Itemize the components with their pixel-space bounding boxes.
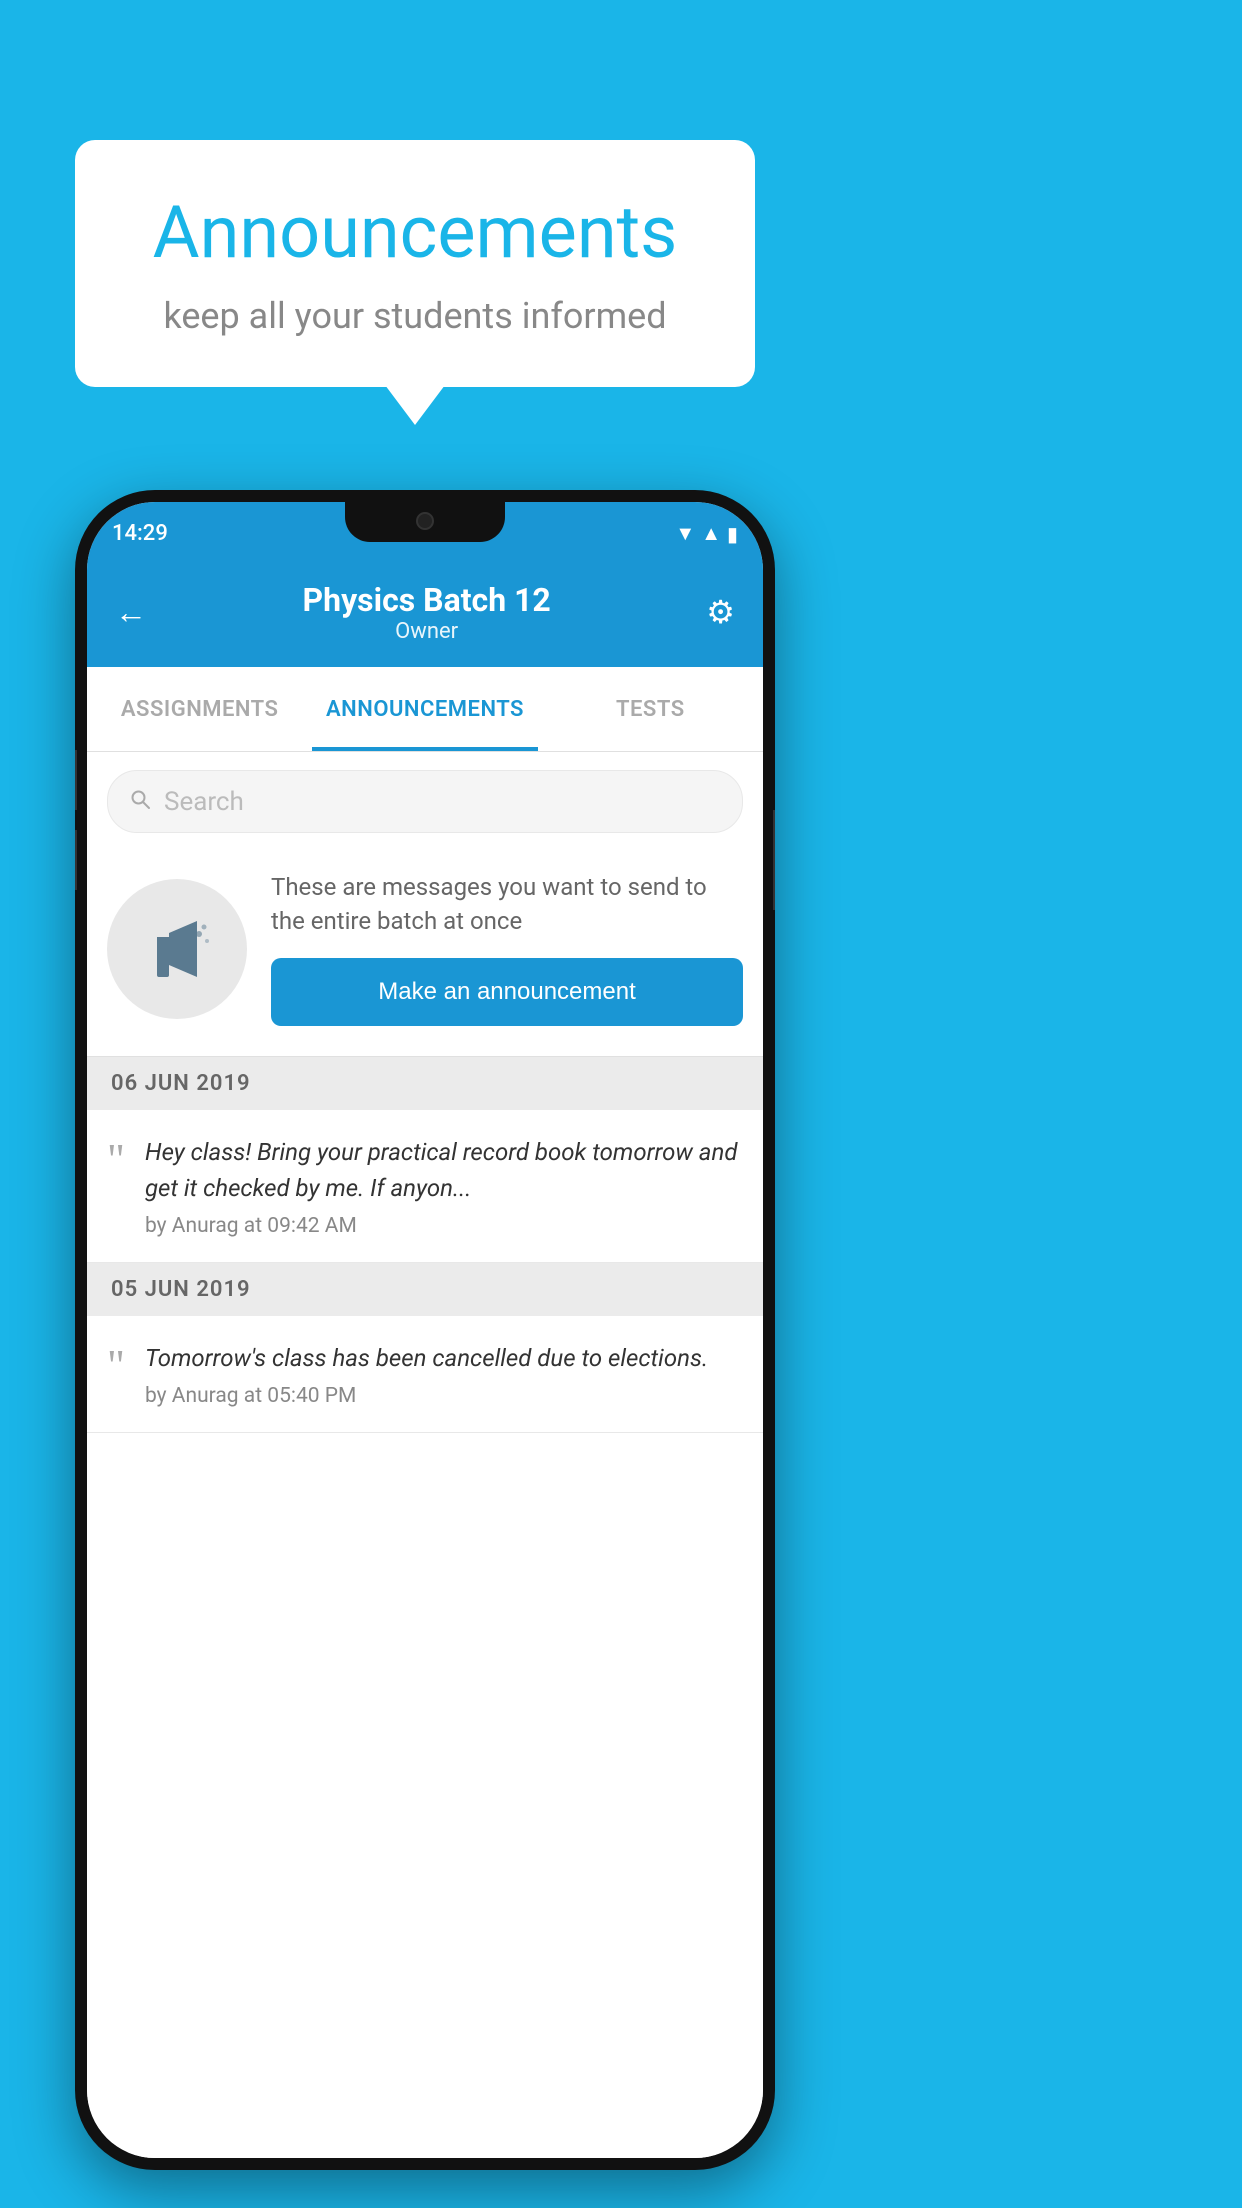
power-button[interactable] <box>773 810 775 910</box>
announcement-meta-2: by Anurag at 05:40 PM <box>145 1384 743 1408</box>
announcement-message-1: Hey class! Bring your practical record b… <box>145 1134 743 1206</box>
quote-icon-2: " <box>107 1344 125 1388</box>
phone-notch <box>345 502 505 542</box>
promo-icon-circle <box>107 879 247 1019</box>
app-header: ← Physics Batch 12 Owner ⚙ <box>87 557 763 667</box>
status-time: 14:29 <box>112 513 168 546</box>
search-icon <box>128 785 152 818</box>
announcement-meta-1: by Anurag at 09:42 AM <box>145 1214 743 1238</box>
promo-description: These are messages you want to send to t… <box>271 871 743 938</box>
status-icons: ▼ ▲ ▮ <box>675 513 738 546</box>
screen-content: Search These are messages you <box>87 752 763 2158</box>
announcement-item-1[interactable]: " Hey class! Bring your practical record… <box>87 1110 763 1263</box>
quote-icon: " <box>107 1138 125 1182</box>
announcement-text-2: Tomorrow's class has been cancelled due … <box>145 1340 743 1408</box>
header-center: Physics Batch 12 Owner <box>303 581 551 644</box>
phone-frame: 14:29 ▼ ▲ ▮ ← Physics Batch 12 Owner ⚙ A… <box>75 490 775 2170</box>
speech-bubble-container: Announcements keep all your students inf… <box>75 140 755 387</box>
announcement-item-2[interactable]: " Tomorrow's class has been cancelled du… <box>87 1316 763 1433</box>
tab-announcements[interactable]: ANNOUNCEMENTS <box>312 667 537 751</box>
speech-bubble: Announcements keep all your students inf… <box>75 140 755 387</box>
promo-text: These are messages you want to send to t… <box>271 871 743 1026</box>
announcement-text-1: Hey class! Bring your practical record b… <box>145 1134 743 1238</box>
tab-bar: ASSIGNMENTS ANNOUNCEMENTS TESTS <box>87 667 763 752</box>
speech-bubble-title: Announcements <box>135 190 695 275</box>
tab-tests[interactable]: TESTS <box>538 667 763 751</box>
signal-icon: ▲ <box>701 521 721 546</box>
announcement-promo: These are messages you want to send to t… <box>87 851 763 1057</box>
search-placeholder: Search <box>164 787 244 817</box>
back-button[interactable]: ← <box>115 593 147 631</box>
front-camera <box>416 512 434 530</box>
wifi-icon: ▼ <box>675 521 695 546</box>
volume-down-button[interactable] <box>75 830 77 890</box>
date-separator-1: 06 JUN 2019 <box>87 1057 763 1110</box>
announcement-message-2: Tomorrow's class has been cancelled due … <box>145 1340 743 1376</box>
volume-up-button[interactable] <box>75 750 77 810</box>
battery-icon: ▮ <box>727 522 738 546</box>
header-title: Physics Batch 12 <box>303 581 551 619</box>
speech-bubble-subtitle: keep all your students informed <box>135 295 695 337</box>
search-bar[interactable]: Search <box>107 770 743 833</box>
make-announcement-button[interactable]: Make an announcement <box>271 958 743 1026</box>
header-subtitle: Owner <box>303 619 551 644</box>
tab-assignments[interactable]: ASSIGNMENTS <box>87 667 312 751</box>
date-separator-2: 05 JUN 2019 <box>87 1263 763 1316</box>
phone-screen: 14:29 ▼ ▲ ▮ ← Physics Batch 12 Owner ⚙ A… <box>87 502 763 2158</box>
settings-button[interactable]: ⚙ <box>706 593 735 631</box>
